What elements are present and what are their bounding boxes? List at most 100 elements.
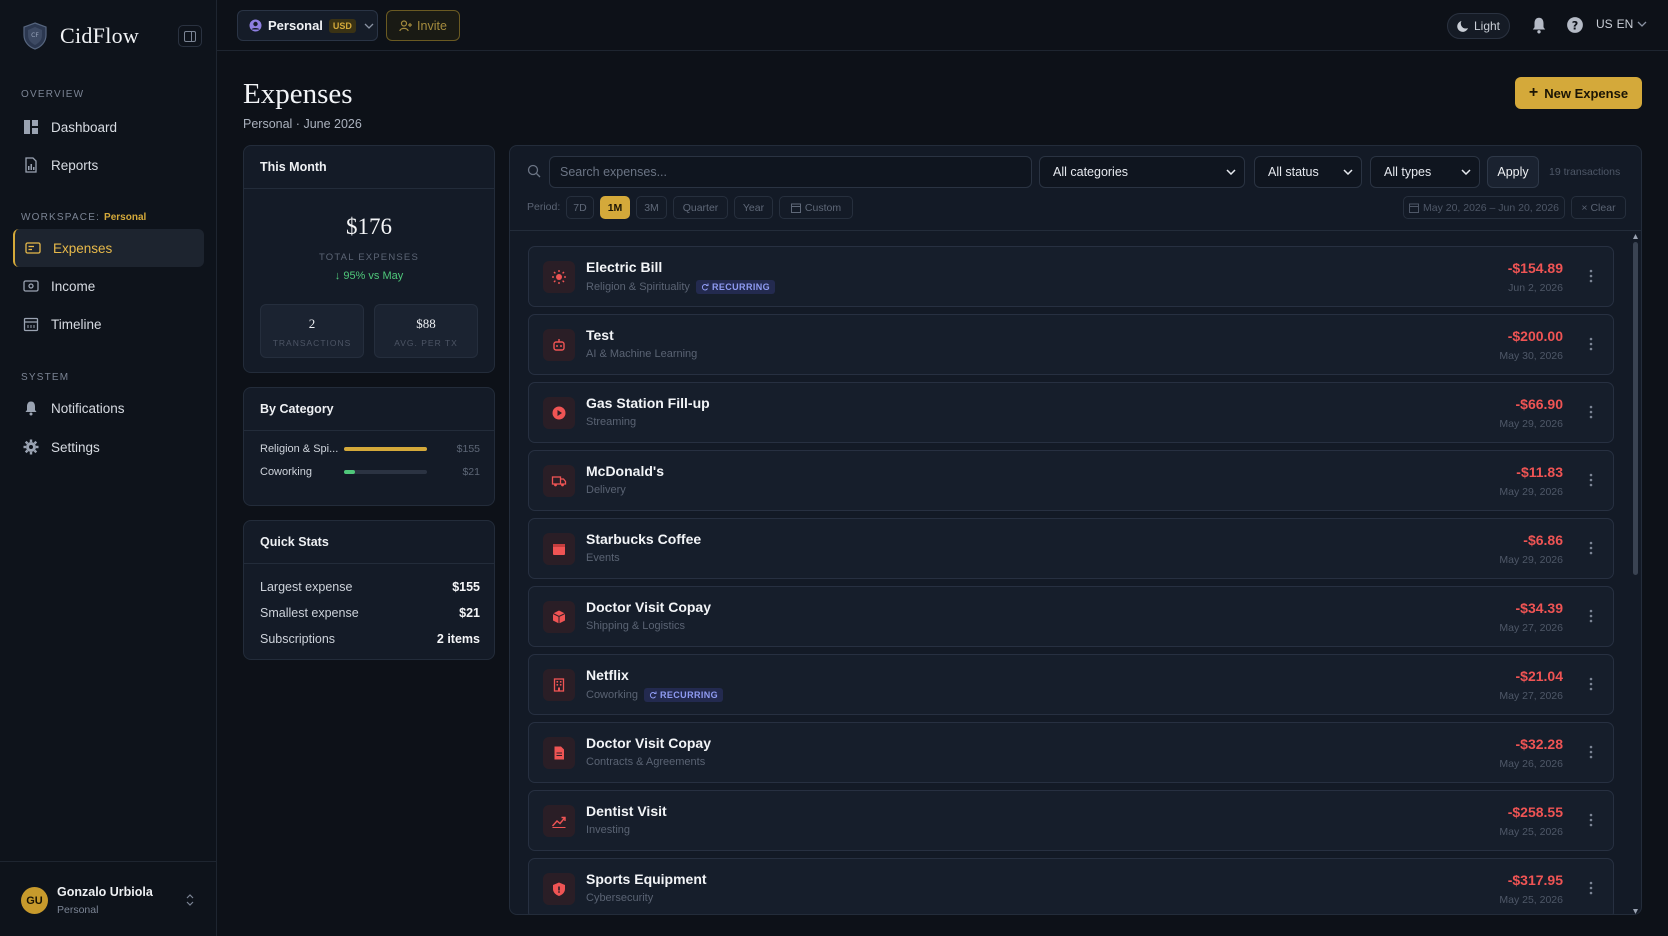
collapse-sidebar-button[interactable] bbox=[178, 25, 202, 47]
workspace-selector[interactable]: Personal USD bbox=[237, 10, 378, 41]
sidebar-item-timeline[interactable]: Timeline bbox=[13, 305, 204, 343]
divider bbox=[510, 230, 1641, 231]
sidebar-item-label: Dashboard bbox=[51, 119, 118, 135]
more-vertical-icon[interactable] bbox=[1589, 541, 1593, 555]
period-quarter-button[interactable]: Quarter bbox=[673, 196, 728, 219]
sidebar-item-settings[interactable]: Settings bbox=[13, 428, 204, 466]
expense-row[interactable]: Doctor Visit Copay Contracts & Agreements… bbox=[528, 722, 1614, 783]
theme-toggle-button[interactable]: Light bbox=[1447, 13, 1510, 39]
play-icon bbox=[552, 406, 566, 420]
clear-filters-button[interactable]: × Clear bbox=[1571, 196, 1626, 219]
expense-date: May 27, 2026 bbox=[1499, 690, 1563, 702]
sidebar-item-income[interactable]: Income bbox=[13, 267, 204, 305]
category-select[interactable]: All categories bbox=[1039, 156, 1245, 188]
expense-row[interactable]: Dentist Visit Investing -$258.55 May 25, 20… bbox=[528, 790, 1614, 851]
language-selector[interactable]: US EN bbox=[1596, 17, 1647, 31]
status-select[interactable]: All status bbox=[1254, 156, 1362, 188]
topbar: Personal USD Invite Light ? US EN bbox=[217, 0, 1668, 51]
period-label: Period: bbox=[527, 201, 561, 213]
category-icon-tile bbox=[543, 873, 575, 905]
expense-title: Starbucks Coffee bbox=[586, 531, 702, 547]
expense-row[interactable]: Gas Station Fill-up Streaming -$66.90 May 2… bbox=[528, 382, 1614, 443]
shield-icon bbox=[553, 882, 565, 896]
expenses-icon bbox=[25, 242, 41, 254]
sidebar: CF CidFlow OVERVIEW Dashboard Reports WO… bbox=[0, 0, 217, 936]
more-vertical-icon[interactable] bbox=[1589, 269, 1593, 283]
type-select[interactable]: All types bbox=[1370, 156, 1480, 188]
period-3m-button[interactable]: 3M bbox=[636, 196, 667, 219]
select-value: All categories bbox=[1053, 165, 1129, 179]
more-vertical-icon[interactable] bbox=[1589, 813, 1593, 827]
quick-stats-card: Quick Stats Largest expense $155 Smallest… bbox=[243, 520, 495, 660]
more-vertical-icon[interactable] bbox=[1589, 745, 1593, 759]
category-icon-tile bbox=[543, 261, 575, 293]
expense-row[interactable]: Sports Equipment Cybersecurity -$317.95 May… bbox=[528, 858, 1614, 914]
expense-title: Doctor Visit Copay bbox=[586, 599, 711, 615]
invite-button[interactable]: Invite bbox=[386, 10, 460, 41]
sidebar-item-dashboard[interactable]: Dashboard bbox=[13, 108, 204, 146]
stat-value: 2 items bbox=[436, 632, 480, 646]
expense-category: AI & Machine Learning bbox=[586, 348, 697, 360]
svg-text:CF: CF bbox=[31, 32, 39, 39]
category-icon-tile bbox=[543, 669, 575, 701]
period-1m-button[interactable]: 1M bbox=[600, 196, 630, 219]
more-vertical-icon[interactable] bbox=[1589, 881, 1593, 895]
period-year-button[interactable]: Year bbox=[734, 196, 773, 219]
user-plus-icon bbox=[399, 19, 413, 31]
bell-icon[interactable] bbox=[1530, 16, 1548, 34]
search-input[interactable]: Search expenses... bbox=[549, 156, 1032, 188]
total-expenses-label: TOTAL EXPENSES bbox=[318, 252, 420, 263]
new-expense-button[interactable]: + New Expense bbox=[1515, 77, 1642, 109]
period-7d-button[interactable]: 7D bbox=[566, 196, 594, 219]
workspace-name: Personal bbox=[268, 18, 323, 33]
select-value: All status bbox=[1268, 165, 1319, 179]
category-bar bbox=[344, 470, 427, 474]
expense-row[interactable]: Starbucks Coffee Events -$6.86 May 29, 2026 bbox=[528, 518, 1614, 579]
apply-button[interactable]: Apply bbox=[1487, 156, 1539, 188]
stat-label: Subscriptions bbox=[260, 632, 336, 646]
sidebar-item-notifications[interactable]: Notifications bbox=[13, 389, 204, 427]
expense-amount: -$154.89 bbox=[1507, 260, 1563, 276]
calendar-icon bbox=[23, 317, 39, 332]
expense-date: May 25, 2026 bbox=[1499, 826, 1563, 838]
change-vs-previous: ↓ 95% vs May bbox=[334, 270, 404, 282]
plus-icon: + bbox=[1528, 84, 1539, 101]
transactions-stat: 2 TRANSACTIONS bbox=[260, 304, 364, 358]
expense-row[interactable]: Doctor Visit Copay Shipping & Logistics -$… bbox=[528, 586, 1614, 647]
scrollbar-thumb[interactable] bbox=[1633, 242, 1638, 575]
user-workspace: Personal bbox=[57, 904, 99, 916]
sidebar-item-reports[interactable]: Reports bbox=[13, 146, 204, 184]
sidebar-toggle-icon bbox=[184, 30, 196, 42]
category-name: Delivery bbox=[586, 484, 626, 496]
expense-row[interactable]: Electric Bill Religion & Spirituality RECU… bbox=[528, 246, 1614, 307]
brand[interactable]: CF CidFlow bbox=[22, 22, 139, 50]
expense-category: Delivery bbox=[586, 484, 626, 496]
more-vertical-icon[interactable] bbox=[1589, 405, 1593, 419]
date-range-display[interactable]: May 20, 2026 – Jun 20, 2026 bbox=[1403, 196, 1565, 219]
category-bar-fill bbox=[344, 470, 356, 474]
flag-label: US bbox=[1596, 17, 1613, 31]
help-icon[interactable]: ? bbox=[1566, 16, 1584, 34]
transaction-count: 19 transactions bbox=[1549, 166, 1621, 178]
expense-category: Events bbox=[586, 552, 620, 564]
reports-icon bbox=[25, 157, 37, 173]
category-name: Contracts & Agreements bbox=[586, 756, 706, 768]
expense-title: Gas Station Fill-up bbox=[586, 395, 710, 411]
sidebar-item-expenses[interactable]: Expenses bbox=[13, 229, 204, 267]
more-vertical-icon[interactable] bbox=[1589, 473, 1593, 487]
user-menu[interactable]: GU Gonzalo Urbiola Personal bbox=[0, 861, 217, 936]
expense-amount: -$66.90 bbox=[1515, 396, 1563, 412]
more-vertical-icon[interactable] bbox=[1589, 609, 1593, 623]
chevron-down-icon bbox=[1461, 169, 1471, 175]
expense-row[interactable]: Test AI & Machine Learning -$200.00 May 30,… bbox=[528, 314, 1614, 375]
expense-row[interactable]: McDonald's Delivery -$11.83 May 29, 2026 bbox=[528, 450, 1614, 511]
building-icon bbox=[553, 678, 565, 692]
expense-category: Shipping & Logistics bbox=[586, 620, 685, 632]
more-vertical-icon[interactable] bbox=[1589, 337, 1593, 351]
expense-row[interactable]: Netflix Coworking RECURRING -$21.04 May 27, … bbox=[528, 654, 1614, 715]
sidebar-item-label: Settings bbox=[51, 439, 100, 455]
svg-text:?: ? bbox=[1572, 20, 1579, 33]
period-custom-button[interactable]: Custom bbox=[779, 196, 853, 219]
expense-amount: -$21.04 bbox=[1515, 668, 1563, 684]
more-vertical-icon[interactable] bbox=[1589, 677, 1593, 691]
